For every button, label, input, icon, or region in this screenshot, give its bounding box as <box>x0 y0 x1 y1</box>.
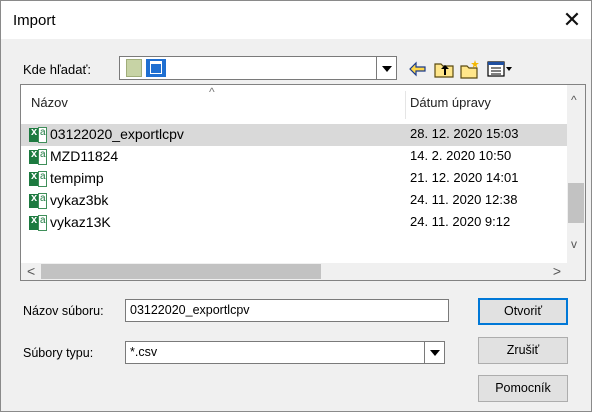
column-header-name[interactable]: Názov <box>31 85 68 121</box>
horizontal-scroll-thumb[interactable] <box>41 264 321 279</box>
scroll-up-icon[interactable]: ^ <box>571 93 577 107</box>
column-divider[interactable] <box>405 91 406 119</box>
column-header-date[interactable]: Dátum úpravy <box>410 85 491 121</box>
look-in-combo[interactable] <box>119 56 397 80</box>
file-date: 28. 12. 2020 15:03 <box>410 126 519 141</box>
look-in-label: Kde hľadať: <box>23 62 91 77</box>
scrollbar-corner <box>567 263 585 280</box>
file-name: vykaz3bk <box>50 192 109 208</box>
excel-file-icon <box>29 148 47 165</box>
open-button[interactable]: Otvoriť <box>478 298 568 325</box>
filename-label: Názov súboru: <box>23 304 104 318</box>
excel-file-icon <box>29 126 47 143</box>
excel-file-icon <box>29 192 47 209</box>
list-item[interactable]: vykaz3bk 24. 11. 2020 12:38 <box>21 190 567 212</box>
file-date: 24. 11. 2020 9:12 <box>410 214 511 229</box>
title-bar: Import ✕ <box>1 1 591 39</box>
filename-input[interactable]: 03122020_exportlcpv <box>125 299 449 322</box>
chevron-down-icon[interactable] <box>376 57 396 79</box>
folder-icon <box>126 59 142 77</box>
up-folder-icon[interactable] <box>433 58 455 80</box>
file-name: 03122020_exportlcpv <box>50 126 184 142</box>
list-item[interactable]: 03122020_exportlcpv 28. 12. 2020 15:03 <box>21 124 567 146</box>
chevron-down-icon[interactable] <box>424 342 444 363</box>
vertical-scroll-thumb[interactable] <box>568 183 584 223</box>
cancel-button[interactable]: Zrušiť <box>478 337 568 364</box>
new-folder-icon[interactable] <box>459 58 481 80</box>
file-name: vykaz13K <box>50 214 111 230</box>
filetype-label: Súbory typu: <box>23 346 94 360</box>
file-list[interactable]: Názov ^ Dátum úpravy 03122020_exportlcpv… <box>20 84 586 281</box>
scroll-right-icon[interactable]: > <box>553 263 561 279</box>
dialog-title: Import <box>13 12 56 29</box>
list-item[interactable]: vykaz13K 24. 11. 2020 9:12 <box>21 212 567 234</box>
vertical-scrollbar[interactable]: ^ v <box>567 85 585 263</box>
list-item[interactable]: tempimp 21. 12. 2020 14:01 <box>21 168 567 190</box>
import-dialog: Import ✕ Kde hľadať: Názov ^ Dátum úprav… <box>0 0 592 412</box>
excel-file-icon <box>29 170 47 187</box>
help-button[interactable]: Pomocník <box>478 375 568 402</box>
file-name: MZD11824 <box>50 148 119 164</box>
excel-file-icon <box>29 214 47 231</box>
scroll-left-icon[interactable]: < <box>27 263 35 279</box>
scroll-down-icon[interactable]: v <box>571 237 577 251</box>
filetype-value: *.csv <box>130 345 158 359</box>
file-date: 24. 11. 2020 12:38 <box>410 192 518 207</box>
view-menu-icon[interactable] <box>486 58 514 80</box>
file-date: 21. 12. 2020 14:01 <box>410 170 519 185</box>
sort-ascending-icon: ^ <box>209 85 215 99</box>
filetype-select[interactable]: *.csv <box>125 341 445 364</box>
back-arrow-icon[interactable] <box>407 58 429 80</box>
list-item[interactable]: MZD11824 14. 2. 2020 10:50 <box>21 146 567 168</box>
file-date: 14. 2. 2020 10:50 <box>410 148 512 163</box>
close-icon[interactable]: ✕ <box>557 6 587 34</box>
horizontal-scrollbar[interactable]: < > <box>21 263 567 280</box>
file-name: tempimp <box>50 170 104 186</box>
selected-folder-icon <box>146 59 166 77</box>
